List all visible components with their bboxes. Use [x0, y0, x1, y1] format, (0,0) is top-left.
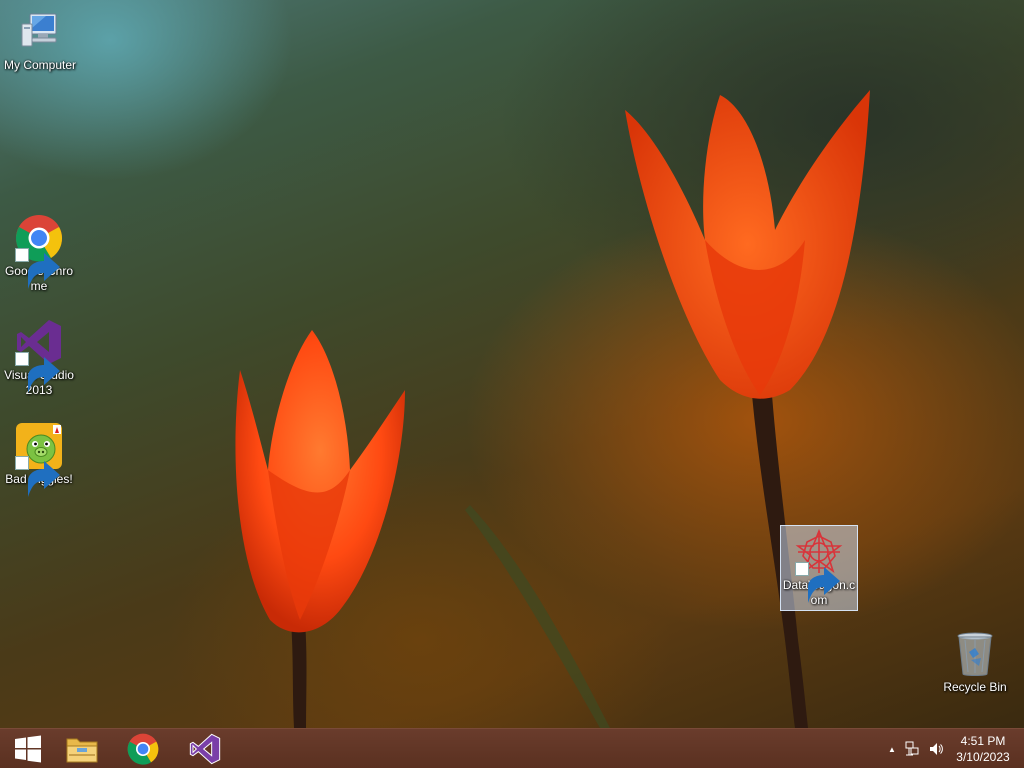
volume-icon[interactable] [924, 741, 948, 757]
chrome-icon [15, 214, 63, 289]
start-button[interactable] [0, 729, 56, 768]
taskbar-clock[interactable]: 4:51 PM 3/10/2023 [948, 733, 1018, 765]
icon-label: My Computer [3, 58, 77, 72]
shortcut-arrow-icon [15, 456, 60, 497]
windows-start-icon [15, 735, 41, 763]
desktop-icon-my-computer[interactable]: My Computer [2, 8, 78, 73]
clock-date: 3/10/2023 [956, 750, 1010, 764]
my-computer-icon [16, 8, 64, 56]
desktop[interactable]: My Computer Google Chrome Visual Studio … [0, 0, 1024, 728]
show-hidden-icons-button[interactable]: ▲ [884, 745, 900, 754]
desktop-icon-bad-piggies[interactable]: Bad Piggies! [1, 422, 77, 497]
shortcut-arrow-icon [795, 562, 840, 603]
chrome-icon [127, 733, 159, 765]
datawagon-icon [795, 528, 843, 603]
taskbar-visual-studio[interactable] [177, 729, 233, 768]
file-explorer-icon [66, 738, 98, 763]
recycle-bin-icon [951, 630, 999, 678]
taskbar: ▲ 4:51 PM 3/10/2023 [0, 728, 1024, 768]
desktop-icon-recycle-bin[interactable]: Recycle Bin [937, 630, 1013, 695]
icon-label: Recycle Bin [943, 680, 1007, 694]
taskbar-chrome[interactable] [115, 729, 171, 768]
taskbar-file-explorer[interactable] [54, 729, 110, 768]
system-tray: ▲ 4:51 PM 3/10/2023 [884, 729, 1024, 768]
shortcut-arrow-icon [15, 248, 60, 289]
bad-piggies-icon [15, 422, 63, 497]
wallpaper-tulips [235, 90, 870, 728]
network-icon[interactable] [900, 741, 924, 757]
shortcut-arrow-icon [15, 352, 60, 393]
visual-studio-icon [15, 318, 63, 393]
desktop-icon-datawagon[interactable]: DataWagon.com [780, 525, 858, 611]
desktop-icon-visual-studio[interactable]: Visual Studio 2013 [1, 318, 77, 398]
desktop-icon-google-chrome[interactable]: Google Chrome [1, 214, 77, 294]
clock-time: 4:51 PM [960, 734, 1006, 748]
visual-studio-icon [189, 733, 221, 765]
